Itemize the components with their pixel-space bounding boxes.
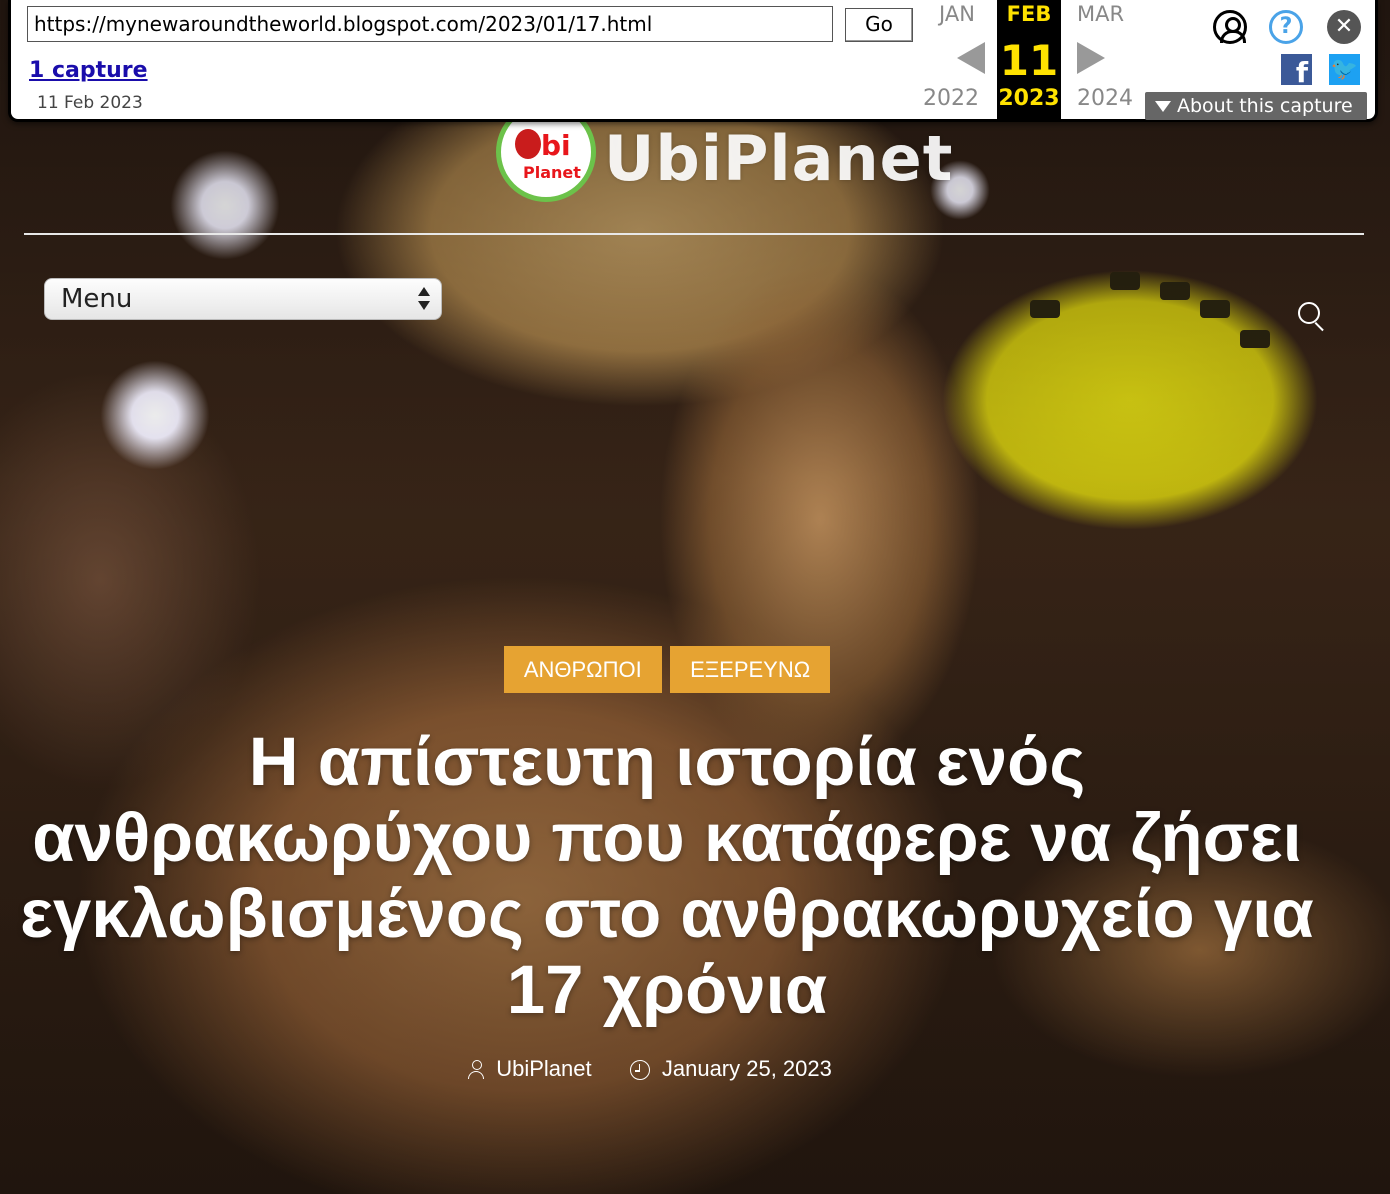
current-day: 11: [999, 36, 1059, 85]
user-icon: [468, 1060, 485, 1080]
article-meta: UbiPlanet January 25, 2023: [0, 1056, 1300, 1082]
captures-link[interactable]: 1 capture: [29, 58, 148, 83]
twitter-icon[interactable]: 🐦: [1329, 54, 1360, 85]
current-year: 2023: [998, 86, 1060, 111]
post-date-link[interactable]: January 25, 2023: [662, 1056, 832, 1081]
about-capture-button[interactable]: About this capture: [1145, 92, 1367, 120]
mascot-icon: [515, 129, 541, 159]
clock-icon: [629, 1060, 650, 1081]
header-divider: [24, 233, 1364, 235]
search-icon[interactable]: [1298, 302, 1324, 332]
logo-badge-top: bi: [541, 129, 571, 162]
site-title[interactable]: UbiPlanet: [604, 122, 953, 195]
capture-date: 11 Feb 2023: [37, 93, 143, 113]
next-month-link[interactable]: MAR: [1077, 2, 1124, 26]
select-arrows-icon: [417, 285, 431, 313]
prev-year-link[interactable]: 2022: [923, 86, 979, 111]
wayback-url-input[interactable]: https://mynewaroundtheworld.blogspot.com…: [27, 6, 833, 42]
current-month: FEB: [1006, 2, 1052, 26]
menu-select[interactable]: Menu: [44, 278, 442, 320]
category-list: ΑΝΘΡΩΠΟΙ ΕΞΕΡΕΥΝΩ: [0, 646, 1334, 693]
next-year-link[interactable]: 2024: [1077, 86, 1133, 111]
prev-month-link[interactable]: JAN: [939, 2, 975, 26]
category-badge-anthropoi[interactable]: ΑΝΘΡΩΠΟΙ: [503, 646, 662, 693]
menu-select-label: Menu: [61, 284, 133, 314]
author-link[interactable]: UbiPlanet: [496, 1056, 591, 1081]
wayback-toolbar: https://mynewaroundtheworld.blogspot.com…: [8, 0, 1378, 122]
facebook-icon[interactable]: f: [1281, 54, 1312, 89]
about-capture-label: About this capture: [1177, 95, 1353, 117]
help-icon[interactable]: ?: [1269, 10, 1303, 44]
category-badge-exereyno[interactable]: ΕΞΕΡΕΥΝΩ: [670, 646, 831, 693]
current-capture-highlight: FEB 11 2023: [997, 0, 1061, 119]
article-title: Η απίστευτη ιστορία ενός ανθρακωρύχου πο…: [20, 723, 1314, 1028]
next-capture-arrow-icon[interactable]: [1077, 42, 1105, 74]
caret-down-icon: [1155, 101, 1171, 112]
wayback-go-button[interactable]: Go: [845, 8, 913, 42]
close-icon[interactable]: ✕: [1327, 10, 1361, 44]
prev-capture-arrow-icon[interactable]: [957, 42, 985, 74]
logo-badge-bottom: Planet: [523, 163, 581, 182]
user-circle-icon[interactable]: [1213, 10, 1247, 44]
author-meta: UbiPlanet: [468, 1056, 592, 1082]
date-meta: January 25, 2023: [629, 1056, 832, 1082]
